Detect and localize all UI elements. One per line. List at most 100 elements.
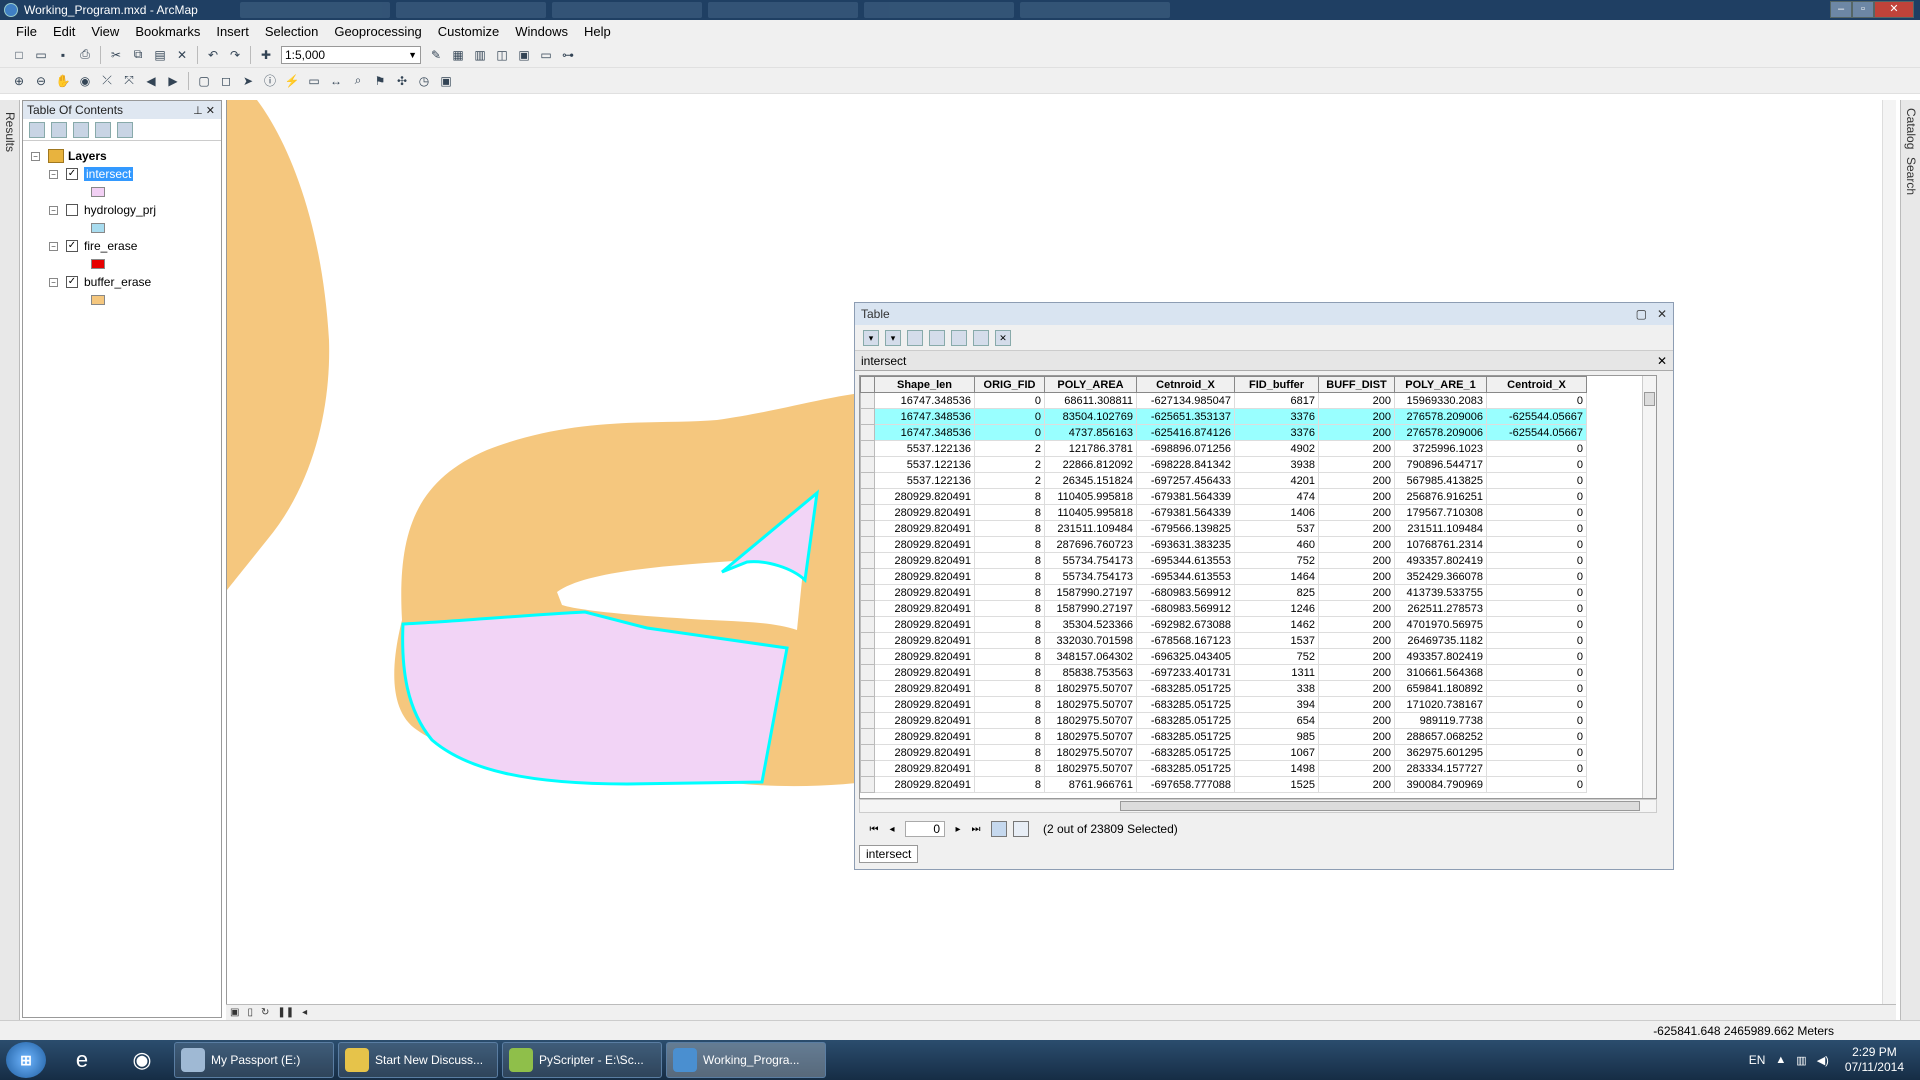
close-icon[interactable]: ✕: [1657, 354, 1667, 368]
viewer-window-icon[interactable]: ▣: [437, 72, 455, 90]
table-cell[interactable]: 280929.820491: [874, 664, 975, 681]
table-cell[interactable]: 15969330.2083: [1394, 392, 1487, 409]
table-cell[interactable]: 3725996.1023: [1394, 440, 1487, 457]
next-record-icon[interactable]: ▸: [949, 824, 967, 835]
table-cell[interactable]: 0: [1486, 616, 1587, 633]
table-cell[interactable]: 752: [1234, 552, 1319, 569]
table-cell[interactable]: 8: [974, 536, 1045, 553]
row-selector[interactable]: [860, 696, 875, 713]
table-cell[interactable]: 413739.533755: [1394, 584, 1487, 601]
table-cell[interactable]: 200: [1318, 760, 1395, 777]
table-cell[interactable]: 8: [974, 504, 1045, 521]
layer-hydrology-prj[interactable]: − hydrology_prj: [31, 201, 221, 219]
table-cell[interactable]: -625651.353137: [1136, 408, 1235, 425]
table-cell[interactable]: 1802975.50707: [1044, 760, 1137, 777]
table-cell[interactable]: 200: [1318, 616, 1395, 633]
table-row[interactable]: 5537.122136 2 22866.812092 -698228.841342 39…: [860, 456, 1587, 473]
layer-label[interactable]: hydrology_prj: [84, 203, 156, 217]
table-cell[interactable]: 200: [1318, 424, 1395, 441]
map-scale-combo[interactable]: 1:5,000 ▼: [281, 45, 421, 64]
clear-selection-icon[interactable]: [951, 329, 967, 346]
toc-options-icon[interactable]: [117, 121, 133, 138]
menu-windows[interactable]: Windows: [507, 24, 576, 39]
search-tab[interactable]: Search: [1904, 157, 1918, 195]
table-cell[interactable]: 989119.7738: [1394, 712, 1487, 729]
toc-window-icon[interactable]: ▦: [449, 46, 467, 64]
table-vertical-scrollbar[interactable]: [1642, 376, 1656, 798]
search-window-icon[interactable]: ◫: [493, 46, 511, 64]
table-cell[interactable]: 3376: [1234, 424, 1319, 441]
first-record-icon[interactable]: ⏮: [865, 824, 883, 835]
clear-selection-icon[interactable]: ◻: [217, 72, 235, 90]
menu-geoprocessing[interactable]: Geoprocessing: [326, 24, 429, 39]
table-cell[interactable]: -692982.673088: [1136, 616, 1235, 633]
table-row[interactable]: 280929.820491 8 1802975.50707 -683285.05172…: [860, 760, 1587, 777]
table-row[interactable]: 280929.820491 8 1802975.50707 -683285.05172…: [860, 728, 1587, 745]
table-cell[interactable]: -680983.569912: [1136, 584, 1235, 601]
layer-visibility-checkbox[interactable]: ✓: [66, 276, 78, 288]
fixed-zoom-out-icon[interactable]: ⤧: [120, 72, 138, 90]
row-selector[interactable]: [860, 744, 875, 761]
table-cell[interactable]: 0: [1486, 696, 1587, 713]
table-cell[interactable]: 200: [1318, 632, 1395, 649]
collapse-icon[interactable]: −: [49, 241, 58, 251]
layer-label[interactable]: buffer_erase: [84, 275, 151, 289]
table-cell[interactable]: 4201: [1234, 472, 1319, 489]
table-row[interactable]: 280929.820491 8 1802975.50707 -683285.05172…: [860, 696, 1587, 713]
table-cell[interactable]: 390084.790969: [1394, 776, 1487, 793]
table-cell[interactable]: 537: [1234, 520, 1319, 537]
row-selector[interactable]: [860, 648, 875, 665]
table-cell[interactable]: 280929.820491: [874, 568, 975, 585]
list-by-source-icon[interactable]: [51, 121, 67, 138]
scroll-thumb[interactable]: [1644, 392, 1655, 406]
add-data-icon[interactable]: ✚: [257, 46, 275, 64]
table-cell[interactable]: 1587990.27197: [1044, 600, 1137, 617]
table-cell[interactable]: 231511.109484: [1394, 520, 1487, 537]
menu-file[interactable]: File: [8, 24, 45, 39]
table-cell[interactable]: 332030.701598: [1044, 632, 1137, 649]
table-cell[interactable]: 5537.122136: [874, 456, 975, 473]
column-header[interactable]: ORIG_FID: [974, 376, 1045, 393]
table-cell[interactable]: 1498: [1234, 760, 1319, 777]
table-cell[interactable]: 200: [1318, 408, 1395, 425]
table-row[interactable]: 280929.820491 8 231511.109484 -679566.13982…: [860, 520, 1587, 537]
toc-pin-close[interactable]: ⊥ ✕: [193, 104, 221, 117]
table-row[interactable]: 280929.820491 8 85838.753563 -697233.401731…: [860, 664, 1587, 681]
hyperlink-icon[interactable]: ⚡: [283, 72, 301, 90]
table-row[interactable]: 16747.348536 0 68611.308811 -627134.985047 6…: [860, 392, 1587, 409]
table-cell[interactable]: -698228.841342: [1136, 456, 1235, 473]
table-cell[interactable]: 8: [974, 744, 1045, 761]
table-cell[interactable]: 1587990.27197: [1044, 584, 1137, 601]
row-selector[interactable]: [860, 728, 875, 745]
back-extent-icon[interactable]: ◀: [142, 72, 160, 90]
table-row[interactable]: 280929.820491 8 8761.966761 -697658.777088 1…: [860, 776, 1587, 793]
zoom-to-selected-icon[interactable]: [973, 329, 989, 346]
table-cell[interactable]: -683285.051725: [1136, 744, 1235, 761]
table-cell[interactable]: 1802975.50707: [1044, 744, 1137, 761]
row-selector[interactable]: [860, 616, 875, 633]
table-cell[interactable]: 280929.820491: [874, 520, 975, 537]
collapse-icon[interactable]: −: [49, 205, 58, 215]
table-cell[interactable]: 8761.966761: [1044, 776, 1137, 793]
menu-insert[interactable]: Insert: [208, 24, 257, 39]
delete-selected-icon[interactable]: ✕: [995, 329, 1011, 346]
table-cell[interactable]: 8: [974, 680, 1045, 697]
table-cell[interactable]: 200: [1318, 744, 1395, 761]
table-cell[interactable]: -683285.051725: [1136, 696, 1235, 713]
paste-icon[interactable]: ▤: [151, 46, 169, 64]
table-cell[interactable]: 348157.064302: [1044, 648, 1137, 665]
table-cell[interactable]: -679566.139825: [1136, 520, 1235, 537]
table-cell[interactable]: 280929.820491: [874, 680, 975, 697]
table-cell[interactable]: 3376: [1234, 408, 1319, 425]
layout-view-icon[interactable]: ▯: [247, 1007, 253, 1018]
row-selector[interactable]: [860, 488, 875, 505]
table-cell[interactable]: 0: [1486, 584, 1587, 601]
maximize-icon[interactable]: ▢: [1636, 307, 1647, 321]
symbol-swatch[interactable]: [91, 223, 105, 233]
table-cell[interactable]: 283334.157727: [1394, 760, 1487, 777]
table-cell[interactable]: 8: [974, 632, 1045, 649]
table-cell[interactable]: 0: [1486, 504, 1587, 521]
symbol-swatch[interactable]: [91, 259, 105, 269]
table-cell[interactable]: 200: [1318, 568, 1395, 585]
table-cell[interactable]: 8: [974, 696, 1045, 713]
